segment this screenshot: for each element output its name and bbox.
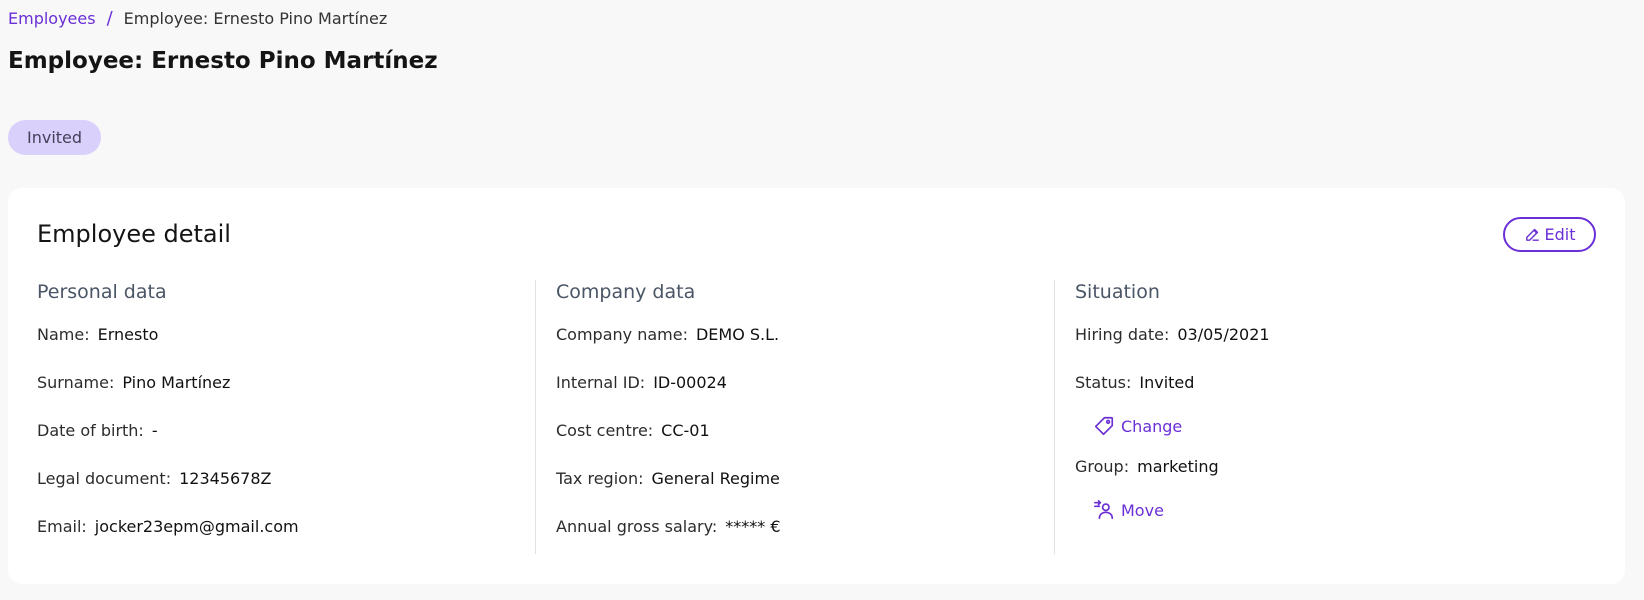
field-annual-gross-salary: Annual gross salary: ***** € — [556, 517, 1035, 565]
field-value: DEMO S.L. — [695, 325, 780, 344]
breadcrumb: Employees / Employee: Ernesto Pino Martí… — [8, 8, 387, 29]
field-label: Cost centre: — [556, 421, 654, 440]
field-label: Group: — [1075, 457, 1130, 476]
user-move-icon — [1094, 500, 1114, 520]
field-label: Tax region: — [556, 469, 644, 488]
page-title: Employee: Ernesto Pino Martínez — [8, 48, 438, 74]
field-value: marketing — [1137, 457, 1219, 476]
card-title: Employee detail — [37, 220, 231, 248]
field-value: Pino Martínez — [122, 373, 231, 392]
field-surname: Surname: Pino Martínez — [37, 373, 533, 421]
change-link-label: Change — [1121, 416, 1183, 436]
field-label: Legal document: — [37, 469, 172, 488]
personal-data-title: Personal data — [37, 281, 167, 303]
situation-column: Situation Hiring date: 03/05/2021 Status:… — [1054, 280, 1574, 554]
field-legal-document: Legal document: 12345678Z — [37, 469, 533, 517]
tag-icon — [1094, 416, 1114, 436]
field-label: Hiring date: — [1075, 325, 1170, 344]
field-value: jocker23epm@gmail.com — [94, 517, 299, 536]
field-hiring-date: Hiring date: 03/05/2021 — [1075, 325, 1574, 373]
field-label: Name: — [37, 325, 90, 344]
field-label: Surname: — [37, 373, 115, 392]
field-status: Status: Invited — [1075, 373, 1574, 421]
field-value: CC-01 — [661, 421, 710, 440]
field-value: - — [151, 421, 158, 440]
field-label: Email: — [37, 517, 87, 536]
status-badge: Invited — [8, 120, 102, 155]
field-label: Date of birth: — [37, 421, 144, 440]
pencil-icon — [1525, 228, 1539, 241]
field-value: 12345678Z — [179, 469, 272, 488]
field-value: ID-00024 — [653, 373, 727, 392]
field-date-of-birth: Date of birth: - — [37, 421, 533, 469]
field-name: Name: Ernesto — [37, 325, 533, 373]
situation-title: Situation — [1075, 281, 1160, 303]
edit-button[interactable]: Edit — [1503, 217, 1596, 252]
company-data-column: Company data Company name: DEMO S.L. Inte… — [535, 280, 1035, 554]
field-group: Group: marketing — [1075, 457, 1574, 505]
field-tax-region: Tax region: General Regime — [556, 469, 1035, 517]
field-value: Invited — [1139, 373, 1195, 392]
change-status-link[interactable]: Change — [1093, 415, 1574, 437]
move-group-link[interactable]: Move — [1093, 499, 1574, 521]
breadcrumb-employees-link[interactable]: Employees — [8, 9, 96, 28]
field-email: Email: jocker23epm@gmail.com — [37, 517, 533, 565]
field-label: Status: — [1075, 373, 1132, 392]
field-internal-id: Internal ID: ID-00024 — [556, 373, 1035, 421]
field-label: Company name: — [556, 325, 688, 344]
field-value: General Regime — [651, 469, 780, 488]
field-company-name: Company name: DEMO S.L. — [556, 325, 1035, 373]
breadcrumb-current: Employee: Ernesto Pino Martínez — [123, 9, 388, 28]
field-value: 03/05/2021 — [1177, 325, 1270, 344]
field-value: Ernesto — [97, 325, 159, 344]
edit-button-label: Edit — [1544, 225, 1576, 244]
employee-detail-card: Employee detail Edit Personal data Name:… — [8, 188, 1625, 584]
personal-data-column: Personal data Name: Ernesto Surname: Pino … — [37, 280, 533, 554]
field-label: Internal ID: — [556, 373, 646, 392]
move-link-label: Move — [1121, 500, 1164, 520]
field-value: ***** € — [725, 517, 781, 536]
company-data-title: Company data — [556, 281, 696, 303]
field-cost-centre: Cost centre: CC-01 — [556, 421, 1035, 469]
breadcrumb-separator: / — [106, 8, 113, 29]
field-label: Annual gross salary: — [556, 517, 718, 536]
